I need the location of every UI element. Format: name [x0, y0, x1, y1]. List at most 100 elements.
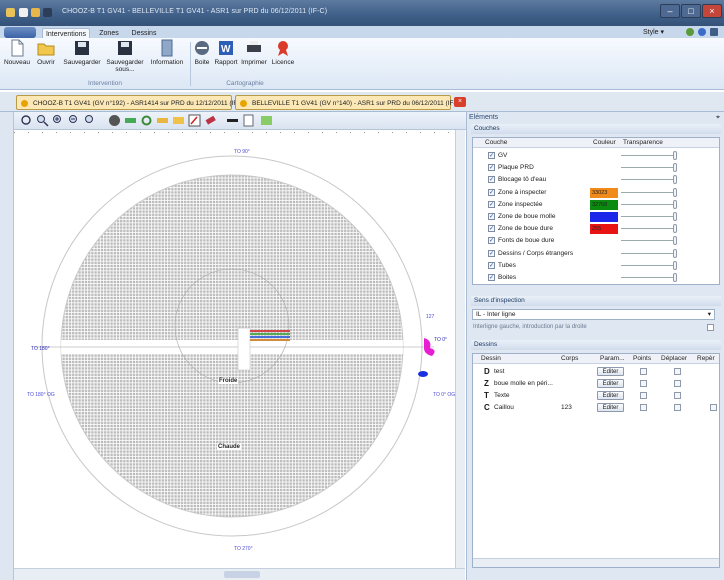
- points-checkbox[interactable]: [640, 392, 647, 399]
- save-quick-icon[interactable]: [43, 8, 52, 17]
- doc-tab-belleville[interactable]: BELLEVILLE T1 GV41 (GV n°140) - ASR1 sur…: [235, 95, 462, 110]
- close-button[interactable]: ×: [702, 4, 722, 18]
- editer-button[interactable]: Editer: [597, 379, 624, 388]
- editer-button[interactable]: Editer: [597, 367, 624, 376]
- sens-inspection-select[interactable]: IL - Inter ligne ▾: [472, 309, 715, 320]
- layer-row[interactable]: ✓ Dessins / Corps étrangers: [473, 248, 721, 260]
- dessin-row[interactable]: Zboue molle en péri... Editer: [473, 378, 721, 390]
- pan-icon[interactable]: [108, 114, 121, 127]
- layer-checkbox[interactable]: ✓: [488, 164, 495, 172]
- doc-tab-chooz[interactable]: CHOOZ-B T1 GV41 (GV n°192) - ASR1414 sur…: [16, 95, 246, 110]
- layer-row[interactable]: ✓ GV: [473, 150, 721, 162]
- ouvrir-button[interactable]: Ouvrir: [33, 39, 59, 77]
- layer-checkbox[interactable]: ✓: [488, 225, 495, 233]
- layer-checkbox[interactable]: ✓: [488, 152, 495, 159]
- layer-color-swatch[interactable]: 255: [590, 224, 618, 235]
- transparency-slider[interactable]: [673, 224, 677, 234]
- line-tool-icon[interactable]: [226, 114, 239, 127]
- export-image-icon[interactable]: [260, 114, 273, 127]
- transparency-slider[interactable]: [673, 260, 677, 270]
- open-quick-icon[interactable]: [31, 8, 40, 17]
- licence-button[interactable]: Licence: [270, 39, 296, 77]
- layer-checkbox[interactable]: ✓: [488, 213, 495, 220]
- layer-color-swatch[interactable]: 32768: [590, 199, 618, 210]
- deplacer-checkbox[interactable]: [674, 368, 681, 375]
- layer-row[interactable]: ✓ Zone à inspecter 33023: [473, 187, 721, 199]
- layer-checkbox[interactable]: ✓: [488, 261, 495, 269]
- measure-icon[interactable]: [156, 114, 169, 127]
- dessin-row[interactable]: C Caillou 123 Editer: [473, 402, 721, 414]
- deplacer-checkbox[interactable]: [674, 380, 681, 387]
- points-checkbox[interactable]: [640, 404, 647, 411]
- transparency-slider[interactable]: [673, 248, 677, 258]
- layer-row[interactable]: ✓ Zone inspectée 32768: [473, 199, 721, 211]
- sens-checkbox[interactable]: [707, 324, 714, 331]
- information-button[interactable]: Information: [147, 39, 187, 77]
- deplacer-checkbox[interactable]: [674, 392, 681, 399]
- close-tab-button[interactable]: ×: [454, 97, 466, 107]
- transparency-slider[interactable]: [673, 212, 677, 221]
- map-horizontal-scrollbar[interactable]: [14, 568, 465, 580]
- transparency-slider[interactable]: [673, 273, 677, 282]
- layer-checkbox[interactable]: ✓: [488, 176, 495, 184]
- label-icon[interactable]: [172, 114, 185, 127]
- editer-button[interactable]: Editer: [597, 391, 624, 400]
- eraser-icon[interactable]: [204, 114, 217, 127]
- zoom-in-icon[interactable]: [36, 114, 49, 127]
- imprimer-button[interactable]: Imprimer: [240, 39, 268, 77]
- layer-row[interactable]: ✓ Plaque PRD: [473, 162, 721, 174]
- draw-icon[interactable]: [188, 114, 201, 127]
- style-menu[interactable]: Style ▾: [643, 28, 664, 36]
- layer-row[interactable]: ✓ Blocage tô d'eau: [473, 174, 721, 186]
- transparency-slider[interactable]: [673, 236, 677, 246]
- repere-checkbox[interactable]: [710, 404, 717, 411]
- transparency-slider[interactable]: [673, 163, 677, 173]
- minimize-button[interactable]: –: [660, 4, 680, 18]
- blue-zone-marker[interactable]: [418, 371, 428, 377]
- dessin-row[interactable]: T Texte Editer: [473, 390, 721, 402]
- layer-color-swatch[interactable]: 33023: [590, 187, 618, 198]
- map-vertical-scrollbar[interactable]: [455, 130, 465, 570]
- vehicle-icon[interactable]: [124, 114, 137, 127]
- transparency-slider[interactable]: [673, 199, 677, 209]
- zoom-plus-icon[interactable]: [52, 114, 65, 127]
- boite-button[interactable]: Boite: [192, 39, 212, 77]
- layer-checkbox[interactable]: ✓: [488, 237, 495, 245]
- layer-row[interactable]: ✓ Zone de boue dure 255: [473, 223, 721, 235]
- sauvegarder-button[interactable]: Sauvegarder: [60, 39, 104, 77]
- transparency-slider[interactable]: [673, 175, 677, 185]
- tube-sheet-map[interactable]: [14, 130, 455, 568]
- zoom-window-icon[interactable]: [84, 114, 97, 127]
- editer-button[interactable]: Editer: [597, 403, 624, 412]
- maximize-button[interactable]: □: [681, 4, 701, 18]
- scroll-thumb[interactable]: [224, 571, 260, 578]
- help-icon[interactable]: [698, 28, 706, 36]
- refresh-icon[interactable]: [686, 28, 694, 36]
- rotate-icon[interactable]: [140, 114, 153, 127]
- new-quick-icon[interactable]: [19, 8, 28, 17]
- sauvegarder-sous-button[interactable]: Sauvegarder sous...: [104, 39, 146, 77]
- layer-row[interactable]: ✓ Zone de boue molle: [473, 211, 721, 223]
- zoom-minus-icon[interactable]: [68, 114, 81, 127]
- deplacer-checkbox[interactable]: [674, 404, 681, 411]
- rapport-button[interactable]: W Rapport: [214, 39, 238, 77]
- options-icon[interactable]: [710, 28, 718, 36]
- layer-checkbox[interactable]: ✓: [488, 188, 495, 196]
- points-checkbox[interactable]: [640, 380, 647, 387]
- pin-icon[interactable]: ⌖: [716, 114, 720, 122]
- layer-row[interactable]: ✓ Boites: [473, 272, 721, 284]
- transparency-slider[interactable]: [673, 151, 677, 160]
- dessin-row[interactable]: Dtest Editer: [473, 366, 721, 378]
- layer-color-swatch[interactable]: [590, 212, 618, 222]
- zoom-all-icon[interactable]: [20, 114, 33, 127]
- layer-checkbox[interactable]: ✓: [488, 274, 495, 281]
- layer-row[interactable]: ✓ Tubes: [473, 260, 721, 272]
- layer-checkbox[interactable]: ✓: [488, 200, 495, 208]
- page-icon[interactable]: [242, 114, 255, 127]
- layer-checkbox[interactable]: ✓: [488, 249, 495, 257]
- layer-row[interactable]: ✓ Fonts de boue dure: [473, 235, 721, 247]
- application-menu-button[interactable]: [4, 27, 36, 38]
- nouveau-button[interactable]: Nouveau: [3, 39, 31, 77]
- map-canvas[interactable]: TO 90° TO 270° TO 180° TO 0° TO 180° OG …: [14, 130, 465, 570]
- dessins-horizontal-scrollbar[interactable]: [473, 558, 719, 567]
